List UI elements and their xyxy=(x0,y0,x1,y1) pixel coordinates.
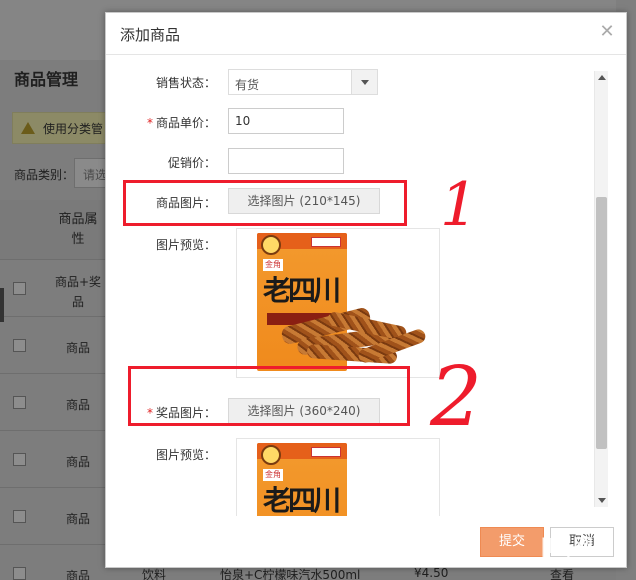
scroll-up-icon[interactable] xyxy=(598,75,606,80)
page-title: 商品管理 xyxy=(14,70,79,89)
brand-logo-icon xyxy=(261,235,281,255)
price-label: * 商品单价： xyxy=(146,116,216,130)
status-label: 销售状态： xyxy=(155,76,216,90)
add-product-dialog: 添加商品 ✕ 销售状态： 有货 * 商品单价： 10 促销价： 商品图片： 选择图… xyxy=(105,12,627,568)
row-attribute: 商品 xyxy=(65,569,90,580)
category-select[interactable]: 请选 xyxy=(74,158,108,188)
table-row[interactable]: 商品+奖品 xyxy=(0,260,108,317)
row-attribute: 商品 xyxy=(65,398,90,412)
prize-package: 金角 老四川 xyxy=(257,443,347,516)
annotation-box-2 xyxy=(128,366,410,426)
preview-label: 图片预览： xyxy=(155,238,216,252)
warning-banner: 使用分类管 xyxy=(12,112,112,144)
submit-button[interactable]: 提交 xyxy=(480,527,544,557)
row-checkbox[interactable] xyxy=(13,282,26,295)
preview2-label: 图片预览： xyxy=(155,448,216,462)
row-checkbox[interactable] xyxy=(13,453,26,466)
scroll-down-icon[interactable] xyxy=(598,498,606,503)
row-checkbox[interactable] xyxy=(13,396,26,409)
table-row[interactable]: 商品 xyxy=(0,317,108,374)
row-checkbox[interactable] xyxy=(13,339,26,352)
table-header: 商品属性 xyxy=(0,200,108,260)
promo-label: 促销价： xyxy=(167,156,216,170)
product-table: 商品属性 商品+奖品 商品 商品 商品 商品 商品 xyxy=(0,200,108,580)
row-attribute: 商品 xyxy=(65,455,90,469)
status-select[interactable]: 有货 xyxy=(228,69,378,95)
row-attribute: 商品 xyxy=(65,341,90,355)
status-value: 有货 xyxy=(235,78,260,92)
category-label: 商品类别： xyxy=(14,168,75,182)
annotation-number-2: 2 xyxy=(430,350,483,445)
watermark-logo: |R|网专 583go.com xyxy=(540,534,627,568)
table-row[interactable]: 商品 xyxy=(0,545,108,580)
dialog-scrollbar[interactable] xyxy=(594,71,608,507)
price-input[interactable]: 10 xyxy=(228,108,344,134)
table-row[interactable]: 商品 xyxy=(0,374,108,431)
row-checkbox[interactable] xyxy=(13,510,26,523)
dialog-body: 销售状态： 有货 * 商品单价： 10 促销价： 商品图片： 选择图片 (210*… xyxy=(106,56,626,516)
annotation-box-1 xyxy=(123,180,407,226)
scrollbar-thumb[interactable] xyxy=(596,197,607,449)
table-row[interactable]: 商品 xyxy=(0,488,108,545)
warning-icon xyxy=(21,122,35,134)
product-image-preview: 金角 老四川 xyxy=(236,228,440,378)
chevron-down-icon[interactable] xyxy=(351,70,377,94)
column-header-attribute: 商品属性 xyxy=(58,212,98,247)
brand-logo-icon xyxy=(261,445,281,465)
table-row[interactable]: 商品 xyxy=(0,431,108,488)
dialog-header: 添加商品 ✕ xyxy=(106,13,626,55)
close-icon[interactable]: ✕ xyxy=(598,23,616,41)
row-attribute: 商品+奖品 xyxy=(54,275,102,309)
sidebar-edge xyxy=(0,288,4,322)
dialog-title: 添加商品 xyxy=(120,26,181,44)
row-attribute: 商品 xyxy=(65,512,90,526)
annotation-number-1: 1 xyxy=(440,170,479,240)
promo-price-input[interactable] xyxy=(228,148,344,174)
row-checkbox[interactable] xyxy=(13,567,26,580)
prize-image-preview: 金角 老四川 xyxy=(236,438,440,516)
warning-text: 使用分类管 xyxy=(43,121,104,136)
